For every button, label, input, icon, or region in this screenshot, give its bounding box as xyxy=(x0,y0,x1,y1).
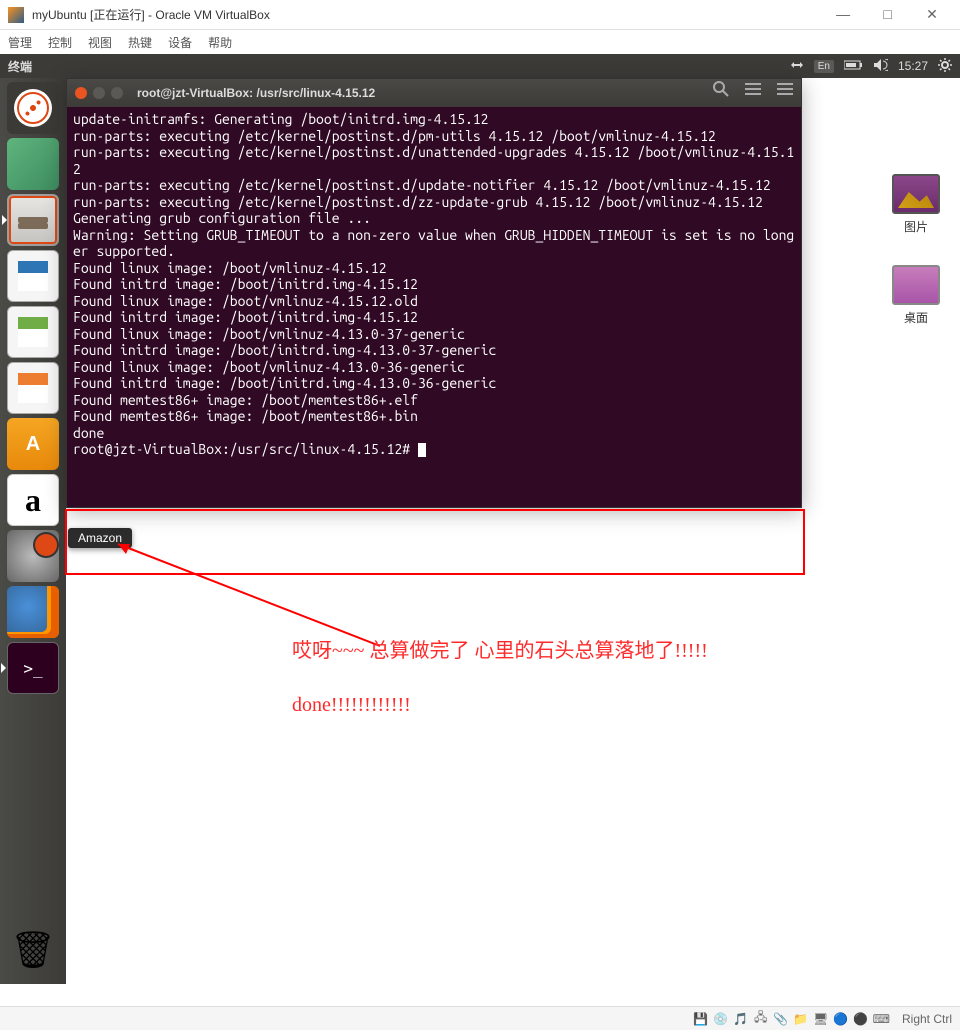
menu-view[interactable]: 视图 xyxy=(88,34,112,51)
active-app-name: 终端 xyxy=(8,58,32,75)
volume-icon[interactable] xyxy=(874,59,888,74)
window-controls: — □ ✕ xyxy=(823,6,952,24)
host-key-modifier-icon: ⌨ xyxy=(873,1012,890,1026)
ubuntu-launcher xyxy=(0,78,66,984)
annotation-rectangle xyxy=(65,509,805,575)
host-key-label: Right Ctrl xyxy=(902,1012,952,1026)
vbox-statusbar: 💾 💿 🎵 🖧 📎 📁 🖥 🔵 ⚫ ⌨ Right Ctrl xyxy=(0,1006,960,1030)
menu-control[interactable]: 控制 xyxy=(48,34,72,51)
desktop-icon-pictures[interactable]: 图片 xyxy=(892,174,940,235)
status-shared-icon[interactable]: 📁 xyxy=(793,1011,809,1027)
launcher-tooltip: Amazon xyxy=(68,528,132,548)
menu-icon[interactable] xyxy=(777,81,793,102)
launcher-writer[interactable] xyxy=(7,250,59,302)
list-icon[interactable] xyxy=(745,81,761,102)
pictures-folder-icon xyxy=(892,174,940,214)
status-display-icon[interactable]: 🖥 xyxy=(813,1011,829,1027)
vbox-titlebar[interactable]: myUbuntu [正在运行] - Oracle VM VirtualBox —… xyxy=(0,0,960,30)
network-icon[interactable] xyxy=(790,59,804,74)
desktop-icon-desktop[interactable]: 桌面 xyxy=(892,265,940,326)
terminal-window: root@jzt-VirtualBox: /usr/src/linux-4.15… xyxy=(66,78,802,508)
terminal-close-button[interactable] xyxy=(75,87,87,99)
desktop-icons: 图片 桌面 xyxy=(892,174,940,326)
terminal-minimize-button[interactable] xyxy=(93,87,105,99)
desktop-folder-icon xyxy=(892,265,940,305)
status-capture-icon[interactable]: 🔵 xyxy=(833,1011,849,1027)
terminal-titlebar[interactable]: root@jzt-VirtualBox: /usr/src/linux-4.15… xyxy=(67,79,801,107)
virtualbox-icon xyxy=(8,7,24,23)
launcher-software[interactable] xyxy=(7,418,59,470)
annotation-text-1: 哎呀~~~ 总算做完了 心里的石头总算落地了!!!!! xyxy=(292,634,708,663)
vbox-menubar: 管理 控制 视图 热键 设备 帮助 xyxy=(0,30,960,54)
menu-manage[interactable]: 管理 xyxy=(8,34,32,51)
launcher-trash[interactable] xyxy=(7,924,59,976)
maximize-button[interactable]: □ xyxy=(868,6,908,22)
launcher-settings[interactable] xyxy=(7,530,59,582)
desktop-label: 桌面 xyxy=(904,309,928,326)
status-hdd-icon[interactable]: 💾 xyxy=(693,1011,709,1027)
launcher-terminal[interactable] xyxy=(7,642,59,694)
terminal-body[interactable]: update-initramfs: Generating /boot/initr… xyxy=(67,107,801,507)
launcher-impress[interactable] xyxy=(7,362,59,414)
clock[interactable]: 15:27 xyxy=(898,59,928,73)
vm-display[interactable]: 终端 En 15:27 Amazon 图片 桌面 xyxy=(0,54,960,984)
launcher-atom[interactable] xyxy=(7,138,59,190)
launcher-firefox[interactable] xyxy=(7,586,59,638)
launcher-amazon[interactable] xyxy=(7,474,59,526)
menu-devices[interactable]: 设备 xyxy=(168,34,192,51)
menu-hotkeys[interactable]: 热键 xyxy=(128,34,152,51)
terminal-title: root@jzt-VirtualBox: /usr/src/linux-4.15… xyxy=(137,86,793,100)
language-indicator[interactable]: En xyxy=(814,60,834,73)
minimize-button[interactable]: — xyxy=(823,6,863,22)
search-icon[interactable] xyxy=(713,81,729,102)
launcher-files[interactable] xyxy=(7,194,59,246)
pictures-label: 图片 xyxy=(904,218,928,235)
battery-icon[interactable] xyxy=(844,59,864,73)
launcher-calc[interactable] xyxy=(7,306,59,358)
terminal-maximize-button[interactable] xyxy=(111,87,123,99)
menu-help[interactable]: 帮助 xyxy=(208,34,232,51)
status-usb-icon[interactable]: 📎 xyxy=(773,1011,789,1027)
close-button[interactable]: ✕ xyxy=(912,6,952,23)
status-cd-icon[interactable]: 💿 xyxy=(713,1011,729,1027)
status-audio-icon[interactable]: 🎵 xyxy=(733,1011,749,1027)
status-power-icon[interactable]: ⚫ xyxy=(853,1011,869,1027)
ubuntu-top-panel: 终端 En 15:27 xyxy=(0,54,960,78)
annotation-text-2: done!!!!!!!!!!!! xyxy=(292,694,411,717)
status-net-icon[interactable]: 🖧 xyxy=(753,1011,769,1027)
launcher-dash[interactable] xyxy=(7,82,59,134)
vbox-window-title: myUbuntu [正在运行] - Oracle VM VirtualBox xyxy=(32,6,823,23)
gear-icon[interactable] xyxy=(938,58,952,75)
